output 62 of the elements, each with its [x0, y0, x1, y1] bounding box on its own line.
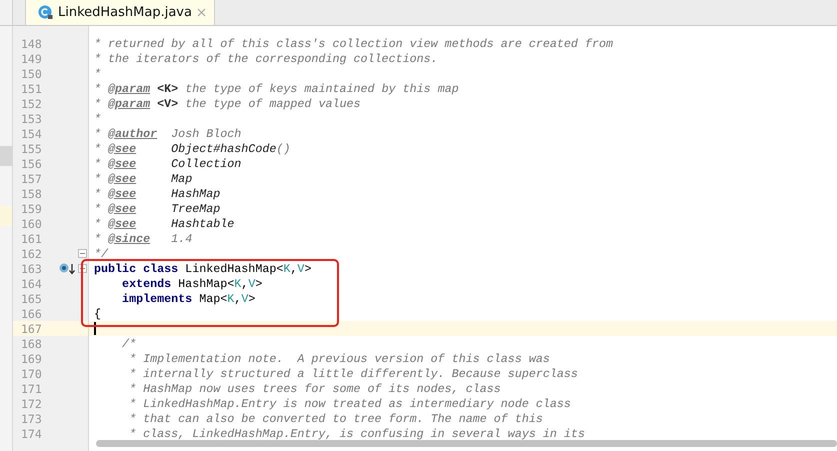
line-number: 154	[21, 126, 43, 140]
line-number: 148	[21, 36, 43, 50]
line-number: 156	[21, 156, 43, 170]
code-line: * @see Collection	[94, 156, 242, 170]
code-line: *	[94, 66, 102, 80]
line-number: 160	[21, 216, 43, 230]
java-class-icon	[38, 5, 53, 20]
line-number: 149	[21, 52, 43, 66]
line-number: 174	[21, 426, 43, 440]
close-icon[interactable]	[196, 8, 206, 17]
code-line: public class LinkedHashMap<K,V>	[94, 262, 312, 276]
line-number: 150	[21, 66, 43, 80]
code-line: * @param <K> the type of keys maintained by this map	[94, 82, 459, 96]
fold-icon[interactable]	[78, 249, 87, 258]
line-number: 151	[21, 82, 43, 96]
code-line: * returned by all of this class's collection view methods are created from	[94, 36, 614, 50]
code-line: * @see Hashtable	[94, 216, 234, 230]
line-number: 155	[21, 142, 43, 156]
code-line: * @see TreeMap	[94, 202, 220, 216]
code-line: * that can also be converted to tree form. The name of this	[128, 412, 543, 426]
code-line: * @see Object#hashCode()	[94, 142, 290, 156]
line-number: 162	[21, 246, 43, 260]
line-number: 164	[21, 276, 43, 290]
line-number: 173	[21, 412, 43, 426]
line-number: 152	[21, 96, 43, 110]
code-line: implements Map<K,V>	[121, 292, 256, 306]
line-number: 167	[21, 322, 43, 336]
code-line: * LinkedHashMap.Entry is now treated as intermediary node class	[128, 396, 571, 410]
overrides-icon[interactable]	[59, 262, 77, 274]
code-line: extends HashMap<K,V>	[121, 276, 262, 290]
line-number: 157	[21, 172, 43, 186]
text-caret	[94, 322, 96, 335]
code-line: /*	[121, 336, 136, 350]
line-number: 172	[21, 396, 43, 410]
code-line: * internally structured a little differently. Because superclass	[128, 366, 578, 380]
line-number: 171	[21, 382, 43, 396]
line-number: 163	[21, 262, 43, 276]
code-line: * class, LinkedHashMap.Entry, is confusing in several ways in its	[128, 426, 585, 440]
line-number: 153	[21, 112, 43, 126]
code-line: * HashMap now uses trees for some of its nodes, class	[128, 382, 501, 396]
line-number: 169	[21, 352, 43, 366]
tab-title: LinkedHashMap.java	[58, 5, 192, 20]
line-number: 161	[21, 232, 43, 246]
code-line: * @author Josh Bloch	[94, 126, 242, 140]
horizontal-scrollbar[interactable]	[96, 440, 837, 447]
code-line: * @since 1.4	[94, 232, 192, 246]
line-number: 159	[21, 202, 43, 216]
line-number: 165	[21, 292, 43, 306]
code-line: {	[94, 306, 102, 320]
line-number: 166	[21, 306, 43, 320]
code-line: * @see Map	[94, 172, 192, 186]
code-line: * @param <V> the type of mapped values	[94, 96, 361, 110]
code-line: * @see HashMap	[94, 186, 220, 200]
line-number: 170	[21, 366, 43, 380]
file-tab[interactable]: LinkedHashMap.java	[25, 0, 215, 25]
line-number: 168	[21, 336, 43, 350]
code-line: * Implementation note. A previous version of this class was	[128, 352, 550, 366]
code-line: */	[94, 246, 108, 260]
code-line: * the iterators of the corresponding collections.	[94, 52, 438, 66]
code-line: *	[94, 112, 102, 126]
current-row-edge	[0, 206, 12, 226]
line-number: 158	[21, 186, 43, 200]
